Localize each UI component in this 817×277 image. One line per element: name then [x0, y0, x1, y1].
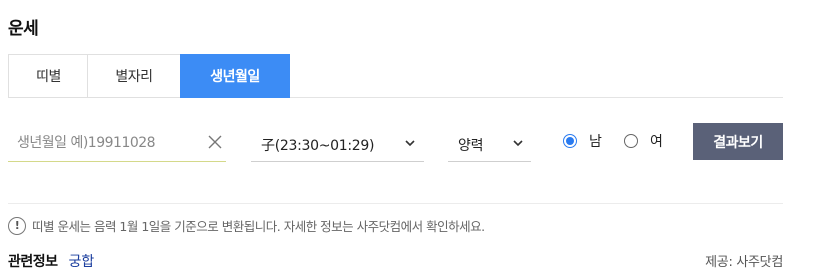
divider	[8, 203, 783, 204]
tab-label: 띠별	[36, 69, 61, 85]
radio-circle	[624, 134, 638, 148]
tab-constellation[interactable]: 별자리	[87, 54, 181, 98]
show-result-button[interactable]: 결과보기	[693, 123, 783, 160]
birth-time-value: 子(23:30~01:29)	[261, 138, 375, 154]
radio-label: 여	[650, 134, 663, 150]
gender-radio-male[interactable]: 남	[563, 131, 602, 151]
chevron-down-icon	[405, 140, 415, 147]
page-title: 운세	[8, 19, 39, 39]
radio-circle	[563, 134, 577, 148]
related-info: 관련정보 궁합	[8, 251, 94, 271]
related-link-compatibility[interactable]: 궁합	[69, 251, 95, 271]
exclamation-icon: !	[8, 216, 26, 235]
radio-label: 남	[589, 134, 602, 150]
fortune-tabs: 띠별 별자리 생년월일	[8, 54, 783, 98]
gender-radio-female[interactable]: 여	[624, 131, 663, 151]
tab-birthdate[interactable]: 생년월일	[180, 54, 290, 98]
notice: ! 띠별 운세는 음력 1월 1일을 기준으로 변환됩니다. 자세한 정보는 사…	[8, 216, 485, 235]
provider-credit: 제공: 사주닷컴	[705, 255, 783, 270]
calendar-type-value: 양력	[458, 138, 484, 154]
birthdate-field	[8, 124, 226, 162]
chevron-down-icon	[513, 140, 523, 147]
close-icon[interactable]	[208, 135, 222, 149]
related-label: 관련정보	[8, 254, 58, 270]
tab-label: 생년월일	[210, 69, 260, 85]
birthdate-input[interactable]	[8, 124, 198, 161]
tab-label: 별자리	[115, 69, 153, 85]
birth-time-select[interactable]: 子(23:30~01:29)	[251, 124, 424, 162]
notice-text: 띠별 운세는 음력 1월 1일을 기준으로 변환됩니다. 자세한 정보는 사주닷…	[32, 219, 485, 234]
tab-zodiac-animal[interactable]: 띠별	[8, 54, 88, 98]
calendar-type-select[interactable]: 양력	[448, 124, 531, 162]
